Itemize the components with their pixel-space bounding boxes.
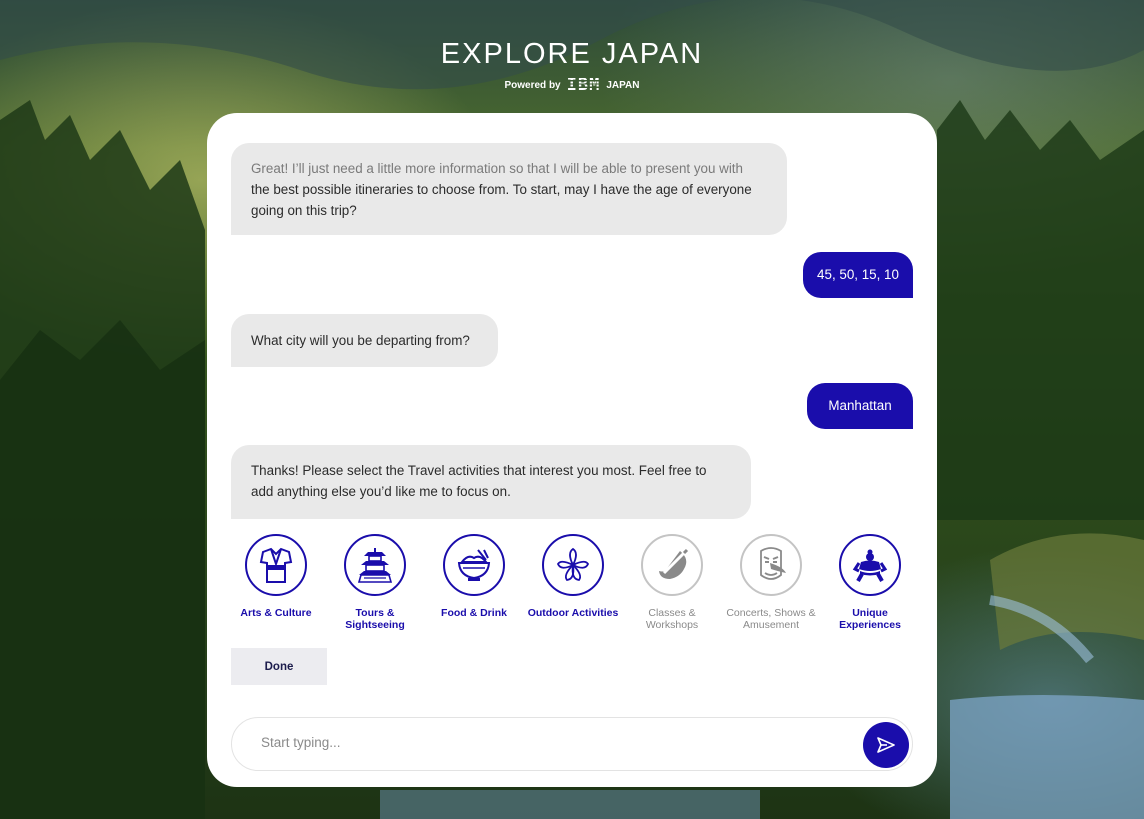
cherry-blossom-icon [542,534,604,596]
chat-panel: Great! I’ll just need a little more info… [207,113,937,787]
activity-label: Outdoor Activities [527,607,619,619]
powered-by-label: Powered by [504,79,561,91]
app-header: EXPLORE JAPAN Powered by IBM JAPAN [0,38,1144,95]
activity-label: Food & Drink [441,607,507,619]
activity-label: Tours & Sightseeing [345,607,405,631]
app-title: EXPLORE JAPAN [440,38,704,70]
activity-label: Arts & Culture [240,607,312,619]
kimono-icon [245,534,307,596]
activity-arts-culture[interactable]: Arts & Culture [227,534,325,619]
activity-concerts-shows[interactable]: Concerts, Shows & Amusement [722,534,820,631]
region-label: JAPAN [606,79,640,91]
sumo-icon [839,534,901,596]
user-message: 45, 50, 15, 10 [803,252,913,298]
activity-tours-sightseeing[interactable]: Tours & Sightseeing [326,534,424,631]
brush-icon [641,534,703,596]
activity-food-drink[interactable]: Food & Drink [425,534,523,619]
activity-outdoor[interactable]: Outdoor Activities [524,534,622,619]
bot-message: Great! I’ll just need a little more info… [231,143,787,235]
ibm-logo: IBM [566,75,601,95]
rice-bowl-icon [443,534,505,596]
message-input[interactable] [259,734,823,751]
message-composer [231,717,913,771]
activity-label: Unique Experiences [839,607,901,631]
bot-message-line: the best possible itineraries to choose … [251,182,752,218]
activity-classes-workshops[interactable]: Classes & Workshops [623,534,721,631]
bot-message: Thanks! Please select the Travel activit… [231,445,751,519]
bot-message-line: Great! I’ll just need a little more info… [251,161,743,176]
activity-options: Arts & Culture Tours & Sightseeing Food … [227,534,917,634]
tengu-mask-icon [740,534,802,596]
bot-message: What city will you be departing from? [231,314,498,367]
activity-unique-experiences[interactable]: Unique Experiences [821,534,919,631]
powered-by-line: Powered by IBM JAPAN [0,75,1144,95]
pagoda-icon [344,534,406,596]
user-message: Manhattan [807,383,913,429]
done-button[interactable]: Done [231,648,327,685]
send-button[interactable] [863,722,909,768]
activity-label: Classes & Workshops [645,607,699,631]
send-icon [877,737,895,753]
activity-label: Concerts, Shows & Amusement [726,607,816,631]
